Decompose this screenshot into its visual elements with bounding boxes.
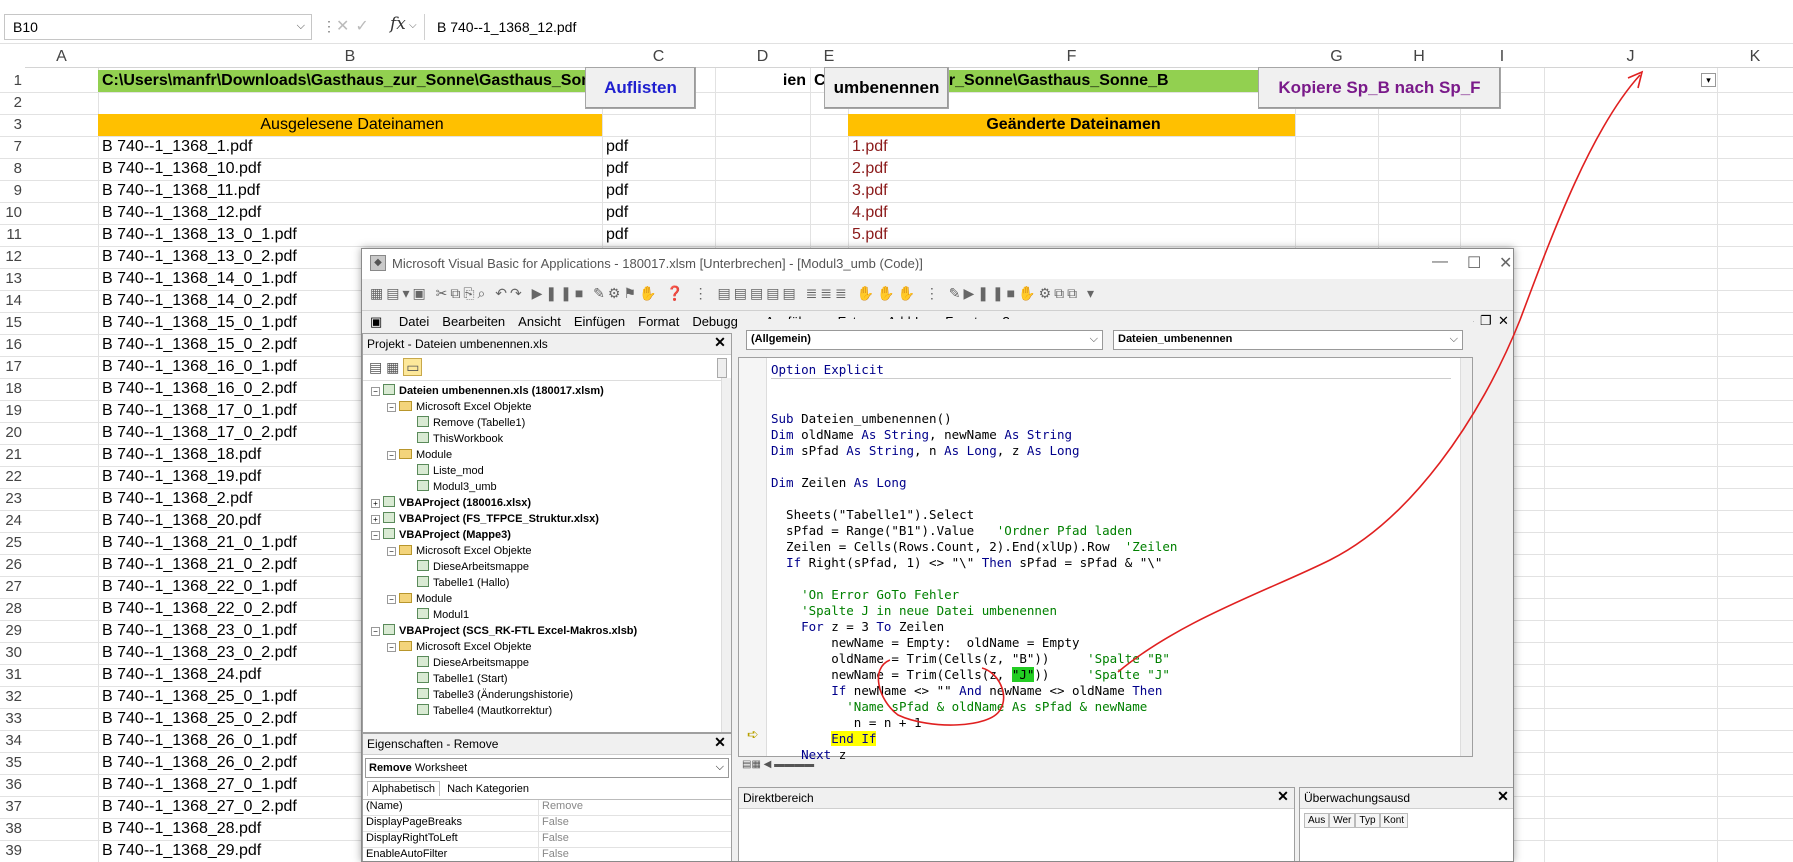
annotation-circle <box>877 659 1005 726</box>
annotation-overlay <box>877 70 1644 726</box>
annotation-arrow <box>1117 74 1641 673</box>
excel-window: B10 ⌵ ⋮ ✕✓ fx ⌵ B 740--1_1368_12.pdf ABCD… <box>0 0 1793 862</box>
